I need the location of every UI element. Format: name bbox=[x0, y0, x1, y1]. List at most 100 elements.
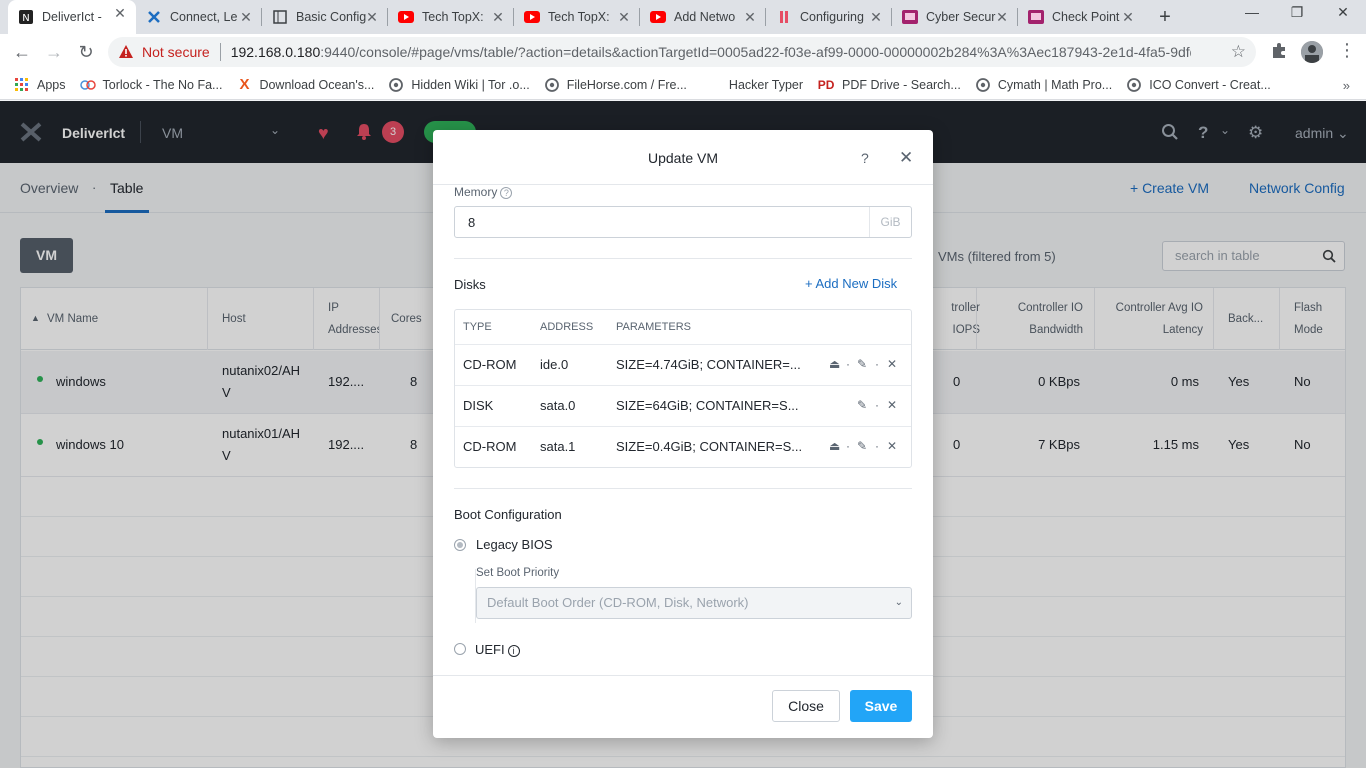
eject-icon[interactable]: ⏏ bbox=[829, 439, 840, 453]
disks-title: Disks bbox=[454, 277, 486, 292]
disk-type: CD-ROM bbox=[463, 357, 517, 372]
bookmark-hacker-typer[interactable]: Hacker Typer bbox=[729, 78, 803, 92]
browser-tab[interactable]: Cyber Secur ✕ bbox=[892, 4, 1018, 30]
close-tab-icon[interactable]: ✕ bbox=[868, 9, 884, 25]
extensions-icon[interactable] bbox=[1270, 41, 1288, 64]
globe-icon bbox=[388, 77, 404, 93]
bookmark-pdf-drive[interactable]: PD PDF Drive - Search... bbox=[817, 77, 961, 93]
browser-tab-strip: N DeliverIct - ✕ Connect, Le ✕ Basic Con… bbox=[0, 0, 1366, 34]
close-tab-icon[interactable]: ✕ bbox=[112, 5, 128, 21]
close-tab-icon[interactable]: ✕ bbox=[994, 9, 1010, 25]
disk-params: SIZE=0.4GiB; CONTAINER=S... bbox=[616, 439, 803, 454]
col-type: TYPE bbox=[463, 321, 492, 333]
col-address: ADDRESS bbox=[540, 321, 594, 333]
delete-x-icon[interactable]: ✕ bbox=[887, 357, 897, 371]
nutanix-x-icon bbox=[146, 9, 162, 25]
bookmark-star-icon[interactable]: ☆ bbox=[1231, 42, 1246, 62]
browser-tab[interactable]: N DeliverIct - ✕ bbox=[8, 0, 136, 34]
close-tab-icon[interactable]: ✕ bbox=[742, 9, 758, 25]
youtube-icon bbox=[524, 9, 540, 25]
disk-params: SIZE=64GiB; CONTAINER=S... bbox=[616, 398, 799, 413]
memory-input[interactable]: 8 GiB bbox=[454, 206, 912, 238]
disk-address: sata.0 bbox=[540, 398, 576, 413]
torlock-icon bbox=[79, 77, 96, 93]
address-bar[interactable]: Not secure 192.168.0.180:9440/console/#p… bbox=[108, 37, 1256, 67]
delete-x-icon[interactable]: ✕ bbox=[887, 439, 897, 453]
delete-x-icon[interactable]: ✕ bbox=[887, 398, 897, 412]
bookmark-torlock[interactable]: Torlock - The No Fa... bbox=[79, 77, 222, 93]
update-vm-dialog: Update VM ? ✕ Memory? 8 GiB Disks + Add … bbox=[433, 130, 933, 738]
apps-grid-icon bbox=[14, 77, 30, 93]
forward-icon[interactable]: → bbox=[44, 42, 64, 62]
browser-tab[interactable]: Check Point ✕ bbox=[1018, 4, 1144, 30]
close-icon[interactable]: ✕ bbox=[899, 148, 913, 168]
course-icon bbox=[902, 9, 918, 25]
reload-icon[interactable]: ↻ bbox=[76, 42, 96, 62]
legacy-bios-label[interactable]: Legacy BIOS bbox=[476, 537, 553, 552]
uefi-radio[interactable] bbox=[454, 643, 466, 655]
globe-icon bbox=[1126, 77, 1142, 93]
boot-priority-select[interactable]: Default Boot Order (CD-ROM, Disk, Networ… bbox=[476, 587, 912, 619]
bookmark-apps[interactable]: Apps bbox=[14, 77, 66, 93]
close-tab-icon[interactable]: ✕ bbox=[1120, 9, 1136, 25]
close-tab-icon[interactable]: ✕ bbox=[616, 9, 632, 25]
restore-icon[interactable]: ❐ bbox=[1287, 4, 1307, 21]
legacy-bios-radio[interactable] bbox=[454, 539, 466, 551]
disk-address: ide.0 bbox=[540, 357, 569, 372]
add-new-disk-button[interactable]: + Add New Disk bbox=[805, 276, 897, 291]
close-tab-icon[interactable]: ✕ bbox=[238, 9, 254, 25]
more-bookmarks-icon[interactable]: » bbox=[1343, 78, 1350, 93]
memory-unit: GiB bbox=[869, 207, 911, 237]
boot-config-title: Boot Configuration bbox=[454, 507, 562, 522]
disk-address: sata.1 bbox=[540, 439, 576, 454]
bookmark-ico-convert[interactable]: ICO Convert - Creat... bbox=[1126, 77, 1271, 93]
bookmark-filehorse[interactable]: FileHorse.com / Fre... bbox=[544, 77, 687, 93]
disk-type: DISK bbox=[463, 398, 494, 413]
chevron-down-icon: ⌄ bbox=[894, 597, 903, 608]
document-icon bbox=[272, 9, 288, 25]
bookmark-icon bbox=[776, 9, 792, 25]
globe-icon bbox=[544, 77, 560, 93]
x-logo-icon: X bbox=[239, 76, 250, 93]
close-button[interactable]: Close bbox=[772, 690, 840, 722]
youtube-icon bbox=[398, 9, 414, 25]
browser-toolbar: ← → ↻ Not secure 192.168.0.180:9440/cons… bbox=[0, 34, 1366, 70]
course-icon bbox=[1028, 9, 1044, 25]
browser-tab[interactable]: Tech TopX: ✕ bbox=[514, 4, 640, 30]
disks-table: TYPE ADDRESS PARAMETERS CD-ROM ide.0 SIZ… bbox=[454, 309, 912, 468]
browser-tab[interactable]: Configuring ✕ bbox=[766, 4, 892, 30]
disk-params: SIZE=4.74GiB; CONTAINER=... bbox=[616, 357, 801, 372]
new-tab-icon[interactable]: + bbox=[1155, 6, 1175, 29]
globe-icon bbox=[975, 77, 991, 93]
bookmark-ocean[interactable]: X Download Ocean's... bbox=[236, 76, 374, 93]
bookmarks-bar: Apps Torlock - The No Fa... X Download O… bbox=[0, 70, 1366, 100]
info-icon[interactable]: i bbox=[507, 645, 520, 657]
close-tab-icon[interactable]: ✕ bbox=[364, 9, 380, 25]
svg-text:N: N bbox=[22, 13, 29, 24]
browser-tab[interactable]: Basic Config ✕ bbox=[262, 4, 388, 30]
help-circle-icon[interactable]: ? bbox=[500, 187, 513, 199]
save-button[interactable]: Save bbox=[850, 690, 912, 722]
edit-pencil-icon[interactable]: ✎ bbox=[857, 357, 867, 371]
browser-menu-icon[interactable]: ⋮ bbox=[1338, 40, 1356, 61]
browser-tab[interactable]: Connect, Le ✕ bbox=[136, 4, 262, 30]
pdf-drive-icon: PD bbox=[817, 77, 835, 92]
back-icon[interactable]: ← bbox=[12, 42, 32, 62]
close-window-icon[interactable]: ✕ bbox=[1333, 4, 1353, 21]
eject-icon[interactable]: ⏏ bbox=[829, 357, 840, 371]
dialog-title: Update VM bbox=[647, 150, 719, 166]
close-tab-icon[interactable]: ✕ bbox=[490, 9, 506, 25]
security-warning[interactable]: Not secure bbox=[118, 44, 210, 60]
minimize-icon[interactable]: — bbox=[1242, 4, 1262, 20]
edit-pencil-icon[interactable]: ✎ bbox=[857, 398, 867, 412]
memory-label: Memory? bbox=[454, 185, 513, 199]
bookmark-hidden-wiki[interactable]: Hidden Wiki | Tor .o... bbox=[388, 77, 530, 93]
edit-pencil-icon[interactable]: ✎ bbox=[857, 439, 867, 453]
help-icon[interactable]: ? bbox=[861, 150, 869, 166]
profile-avatar[interactable] bbox=[1301, 41, 1323, 63]
uefi-label[interactable]: UEFI i bbox=[475, 642, 520, 657]
boot-priority-label: Set Boot Priority bbox=[476, 567, 560, 579]
browser-tab[interactable]: Add Netwo ✕ bbox=[640, 4, 766, 30]
bookmark-cymath[interactable]: Cymath | Math Pro... bbox=[975, 77, 1112, 93]
browser-tab[interactable]: Tech TopX: ✕ bbox=[388, 4, 514, 30]
